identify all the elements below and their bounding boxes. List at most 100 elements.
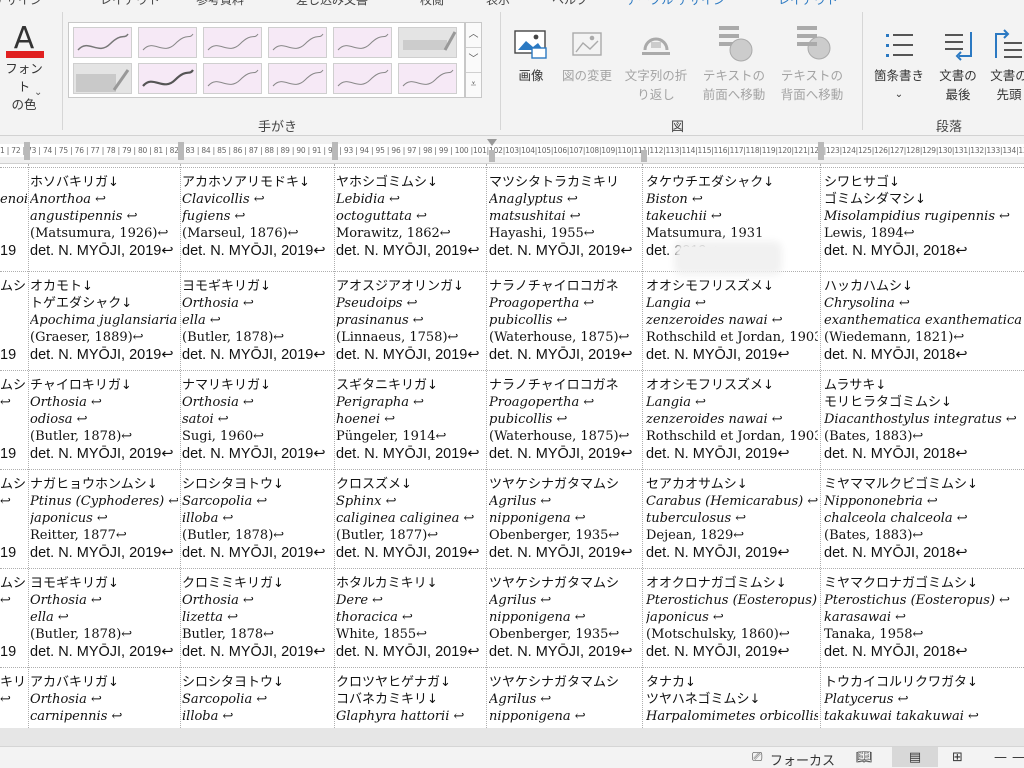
table-cell[interactable]: アオスジアオリンガ↓ Pseudoips ↩ prasinanus ↩ (Linnae…: [336, 278, 484, 369]
tab-references[interactable]: 参考資料: [196, 0, 244, 8]
table-cell[interactable]: シロシタヨトウ↓ Sarcopolia ↩ illoba ↩ (Butler, 187…: [182, 476, 332, 567]
pen-style-9[interactable]: [333, 63, 392, 94]
insert-image-button[interactable]: 画像: [506, 28, 556, 85]
ruler-column-marker[interactable]: [818, 142, 824, 160]
document-page[interactable]: enoi 19 ホソバキリガ↓ Anorthoa ↩ angustipennis ↩ (M…: [0, 164, 1024, 728]
table-cell[interactable]: アカホソアリモドキ↓ Clavicollis ↩ fugiens ↩ (Marseul…: [182, 174, 332, 270]
table-cell[interactable]: ナラノチャイロコガネ Proagopertha ↩ pubicollis ↩ (Wat…: [489, 278, 640, 369]
gallery-down-icon[interactable]: ﹀: [466, 48, 481, 73]
highlighter-style-2[interactable]: [73, 63, 132, 94]
japanese-name: オオシモフリスズメ↓: [646, 378, 774, 393]
table-cell[interactable]: ツヤケシナガタマムシ Agrilus ↩ nipponigena ↩ Obenberg…: [489, 476, 640, 567]
table-cell[interactable]: ミヤママルクビゴミムシ↓ Nippononebria ↩ chalceola cha…: [824, 476, 1022, 567]
table-cell[interactable]: ツヤケシナガタマムシ Agrilus ↩ nipponigena ↩ Obenberg…: [489, 575, 640, 666]
table-cell-partial[interactable]: キリ ↩: [0, 674, 27, 728]
read-mode-icon[interactable]: 📖︎: [856, 750, 873, 765]
table-cell[interactable]: シロシタヨトウ↓ Sarcopolia ↩ illoba ↩: [182, 674, 332, 728]
determination-line: det. N. MYŌJI, 2019↩: [182, 446, 326, 462]
send-backward-button[interactable]: テキストの 背面へ移動: [774, 22, 850, 104]
table-cell-partial[interactable]: enoi 19: [0, 174, 27, 261]
table-cell[interactable]: ナガヒョウホンムシ↓ Ptinus (Cyphoderes) ↩ japonicus…: [30, 476, 178, 567]
ruler-column-marker[interactable]: [24, 142, 30, 160]
tab-design[interactable]: デザイン: [0, 0, 42, 8]
tab-review[interactable]: 校閲: [420, 0, 444, 8]
ruler-column-marker[interactable]: [489, 150, 495, 162]
table-cell[interactable]: クロスズメ↓ Sphinx ↩ caliginea caliginea ↩ (Butl…: [336, 476, 484, 567]
table-cell[interactable]: ヨモギキリガ↓ Orthosia ↩ ella ↩ (Butler, 1878)↩ de…: [182, 278, 332, 369]
table-cell[interactable]: クロミミキリガ↓ Orthosia ↩ lizetta ↩ Butler, 1878↩…: [182, 575, 332, 666]
table-cell[interactable]: ヨモギキリガ↓ Orthosia ↩ ella ↩ (Butler, 1878)↩ de…: [30, 575, 178, 666]
wrap-text-button[interactable]: 文字列の折 り返し: [618, 28, 694, 104]
table-cell-partial[interactable]: ムシ ↩ 19: [0, 476, 27, 563]
table-cell[interactable]: ムラサキ↓ モリヒラタゴミムシ↓ Diacanthostylus integratu…: [824, 377, 1022, 468]
zoom-out-button[interactable]: —: [994, 750, 1007, 765]
tab-mailings[interactable]: 差し込み文書: [296, 0, 368, 8]
table-cell[interactable]: ホソバキリガ↓ Anorthoa ↩ angustipennis ↩ (Matsumu…: [30, 174, 178, 270]
bullets-dropdown-icon[interactable]: ⌄: [866, 85, 932, 104]
gallery-up-icon[interactable]: ︿: [466, 23, 481, 48]
table-cell[interactable]: クロツヤヒゲナガ↓ コバネカミキリ↓ Glaphyra hattorii ↩: [336, 674, 484, 728]
pen-style-8[interactable]: [268, 63, 327, 94]
table-cell[interactable]: ナラノチャイロコガネ Proagopertha ↩ pubicollis ↩ (Wat…: [489, 377, 640, 468]
horizontal-ruler[interactable]: 1 | 72 | 73 | 74 | 75 | 76 | 77 | 78 | 7…: [0, 136, 1024, 164]
table-cell-partial[interactable]: ムシ ↩ 19: [0, 377, 27, 464]
table-cell-partial[interactable]: ムシ 19: [0, 278, 27, 365]
table-cell[interactable]: ヤホシゴミムシ↓ Lebidia ↩ octoguttata ↩ Morawitz, …: [336, 174, 484, 270]
change-picture-button[interactable]: 図の変更: [558, 28, 616, 85]
table-cell[interactable]: ミヤマクロナガゴミムシ↓ Pterostichus (Eosteropus) ↩ k…: [824, 575, 1022, 666]
web-layout-icon[interactable]: ⊞: [952, 750, 963, 765]
scientific-name: ella ↩: [182, 313, 221, 328]
table-cell[interactable]: ハッカハムシ↓ Chrysolina ↩ exanthematica exanthe…: [824, 278, 1022, 369]
ruler-column-marker[interactable]: [332, 142, 338, 160]
table-cell[interactable]: オオシモフリスズメ↓ Langia ↩ zenzeroides nawai ↩ Rot…: [646, 377, 818, 468]
bullets-button[interactable]: 箇条書き ⌄: [866, 28, 932, 104]
tab-table-design[interactable]: テーブル デザイン: [626, 0, 725, 8]
table-cell[interactable]: オオシモフリスズメ↓ Langia ↩ zenzeroides nawai ↩ Rot…: [646, 278, 818, 369]
doc-start-button[interactable]: 文書の 先頭: [984, 28, 1024, 104]
table-cell[interactable]: ホタルカミキリ↓ Dere ↩ thoracica ↩ White, 1855↩ det…: [336, 575, 484, 666]
table-cell[interactable]: オオクロナガゴミムシ↓ Pterostichus (Eosteropus) ↩ ja…: [646, 575, 818, 666]
zoom-slider[interactable]: —: [1012, 750, 1024, 765]
tab-help[interactable]: ヘルプ: [552, 0, 588, 8]
tab-view[interactable]: 表示: [486, 0, 510, 8]
print-layout-icon[interactable]: ▤: [892, 747, 938, 767]
bring-forward-button[interactable]: テキストの 前面へ移動: [696, 22, 772, 104]
ruler-column-marker[interactable]: [641, 150, 647, 162]
japanese-name: アカバキリガ↓: [30, 675, 119, 690]
table-cell[interactable]: オカモト↓ トゲエダシャク↓ Apochima juglansiaria ↩ (Gra…: [30, 278, 178, 369]
ruler-column-marker[interactable]: [178, 142, 184, 160]
table-cell[interactable]: アカバキリガ↓ Orthosia ↩ carnipennis ↩: [30, 674, 178, 728]
ruler-indent-marker[interactable]: [487, 139, 497, 146]
table-cell[interactable]: マツシタトラカミキリ Anaglyptus ↩ matsushitai ↩ Hayas…: [489, 174, 640, 270]
table-cell[interactable]: ナマリキリガ↓ Orthosia ↩ satoi ↩ Sugi, 1960↩ det. …: [182, 377, 332, 468]
table-cell[interactable]: セアカオサムシ↓ Carabus (Hemicarabus) ↩ tuberculo…: [646, 476, 818, 567]
pen-style-7[interactable]: [203, 63, 262, 94]
tab-layout[interactable]: レイアウト: [100, 0, 160, 8]
table-cell[interactable]: チャイロキリガ↓ Orthosia ↩ odiosa ↩ (Butler, 1878)…: [30, 377, 178, 468]
pen-style-5[interactable]: [333, 27, 392, 58]
table-cell[interactable]: タナカ↓ ツヤハネゴミムシ↓ Harpalomimetes orbicollis ↩: [646, 674, 818, 728]
focus-mode-icon[interactable]: ⎚: [752, 750, 762, 765]
highlighter-style-1[interactable]: [398, 27, 457, 58]
cell-line: [0, 725, 27, 728]
table-cell[interactable]: シワヒサゴ↓ ゴミムシダマシ↓ Misolampidius rugipennis ↩…: [824, 174, 1022, 270]
scientific-name: Diacanthostylus integratus ↩: [824, 412, 1017, 427]
doc-end-button[interactable]: 文書の 最後: [934, 28, 982, 104]
pen-style-10[interactable]: [398, 63, 457, 94]
table-cell[interactable]: トウカイコルリクワガタ↓ Platycerus ↩ takakuwai takaku…: [824, 674, 1022, 728]
gallery-more-icon[interactable]: ⩡: [466, 73, 481, 98]
table-cell[interactable]: スギタニキリガ↓ Perigrapha ↩ hoenei ↩ Püngeler, 19…: [336, 377, 484, 468]
tab-table-layout[interactable]: レイアウト: [778, 0, 838, 8]
font-color-dropdown-icon[interactable]: ⌄: [34, 87, 42, 98]
send-backward-label: テキストの 背面へ移動: [780, 68, 844, 102]
pen-style-6[interactable]: [138, 63, 197, 94]
table-cell-partial[interactable]: ムシ ↩ 19: [0, 575, 27, 662]
table-cell[interactable]: ツヤケシナガタマムシ Agrilus ↩ nipponigena ↩: [489, 674, 640, 728]
pen-style-3[interactable]: [203, 27, 262, 58]
pen-style-1[interactable]: [73, 27, 132, 58]
focus-mode-button[interactable]: フォーカス: [770, 750, 835, 768]
font-color-button[interactable]: A フォント の色: [0, 22, 48, 114]
cell-line: enoi: [0, 192, 27, 207]
pen-style-4[interactable]: [268, 27, 327, 58]
pen-style-2[interactable]: [138, 27, 197, 58]
